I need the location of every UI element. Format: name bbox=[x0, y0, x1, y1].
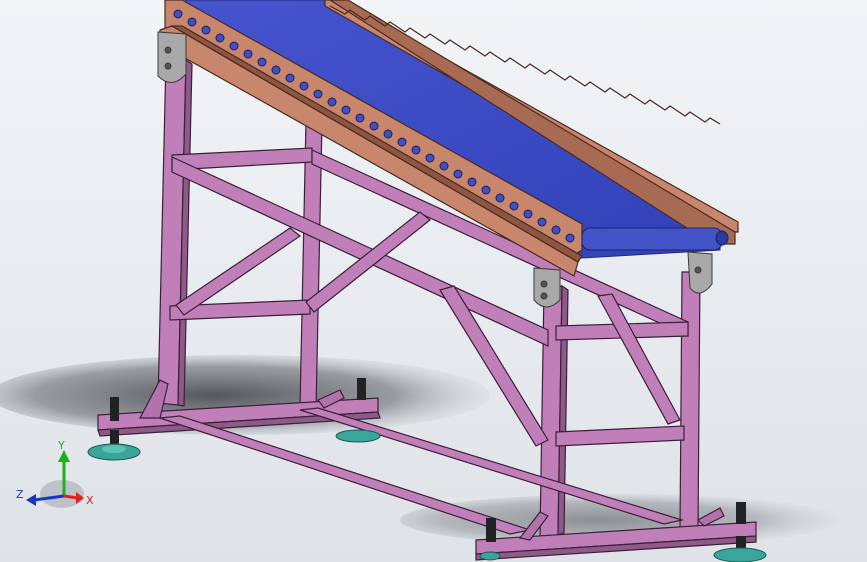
conveyor-model[interactable] bbox=[0, 0, 867, 562]
z-axis-arrow-icon bbox=[26, 494, 36, 506]
bracket bbox=[533, 267, 561, 308]
end-roller bbox=[581, 227, 729, 251]
axis-triad: Y Z X bbox=[16, 439, 94, 508]
z-axis-label: Z bbox=[16, 488, 24, 501]
frame-beam bbox=[555, 425, 685, 447]
bracket bbox=[157, 31, 187, 83]
x-axis-line bbox=[63, 494, 79, 500]
y-axis-label: Y bbox=[57, 439, 65, 452]
frame-post bbox=[679, 271, 701, 531]
cad-viewport[interactable]: Y Z X bbox=[0, 0, 867, 562]
x-axis-label: X bbox=[86, 494, 94, 507]
